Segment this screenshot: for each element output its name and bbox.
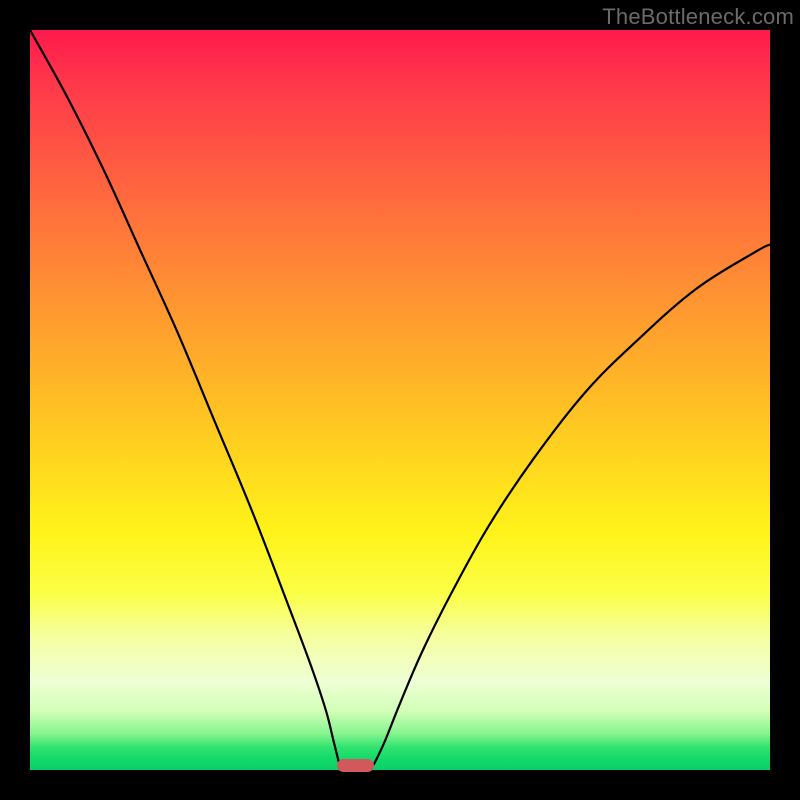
plot-area — [30, 30, 770, 770]
curves-svg — [30, 30, 770, 770]
curve-left-branch — [30, 30, 339, 764]
outer-frame: TheBottleneck.com — [0, 0, 800, 800]
watermark-text: TheBottleneck.com — [602, 4, 794, 30]
curve-right-branch — [374, 245, 770, 764]
bottom-marker — [337, 759, 374, 772]
